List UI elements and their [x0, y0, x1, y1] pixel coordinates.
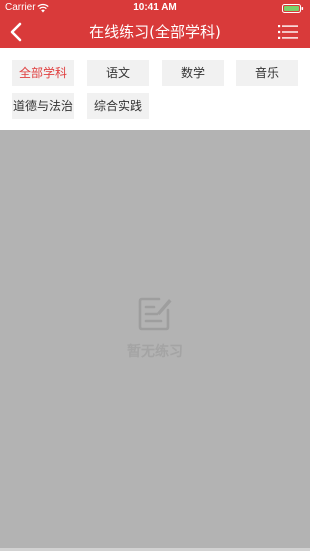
- chevron-left-icon: [10, 22, 22, 42]
- content-overlay[interactable]: 暂无练习: [0, 130, 310, 551]
- status-bar: Carrier 10:41 AM: [0, 0, 310, 16]
- menu-button[interactable]: [278, 24, 298, 40]
- clock-time: 10:41 AM: [133, 2, 177, 13]
- empty-state: 暂无练习: [0, 293, 310, 361]
- subject-chip-music[interactable]: 音乐: [236, 60, 298, 86]
- page-title: 在线练习(全部学科): [89, 23, 221, 41]
- subject-chip-morality-law[interactable]: 道德与法治: [12, 93, 74, 119]
- subject-chip-practice[interactable]: 综合实践: [87, 93, 149, 119]
- list-menu-icon: [278, 25, 298, 39]
- nav-bar: 在线练习(全部学科): [0, 16, 310, 48]
- edit-note-icon: [138, 297, 172, 331]
- battery-icon: [282, 4, 304, 13]
- empty-state-text: 暂无练习: [127, 344, 183, 360]
- subject-filter-panel: 全部学科 语文 数学 音乐 道德与法治 综合实践: [0, 48, 310, 130]
- subject-chip-chinese[interactable]: 语文: [87, 60, 149, 86]
- screen: Carrier 10:41 AM 在线练习(全部学科) 全部学科 语文 数学 音…: [0, 0, 310, 551]
- subject-chip-math[interactable]: 数学: [162, 60, 224, 86]
- subject-chip-all[interactable]: 全部学科: [12, 60, 74, 86]
- back-button[interactable]: [6, 20, 28, 44]
